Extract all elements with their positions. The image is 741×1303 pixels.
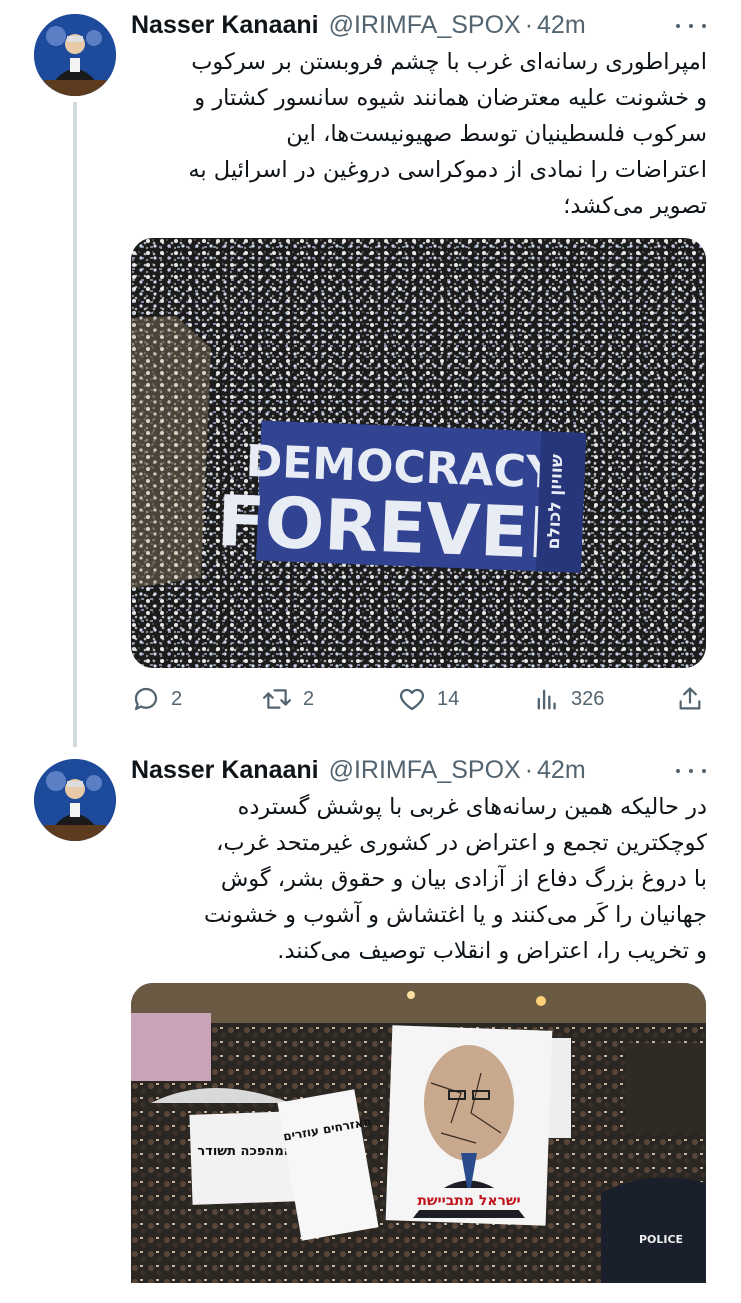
dot-separator: · [524,10,534,39]
share-icon [679,687,701,710]
thread-line [73,102,77,747]
tweet-2[interactable]: Nasser Kanaani @IRIMFA_SPOX · 42m در حال… [0,745,741,1283]
tweet-header: Nasser Kanaani @IRIMFA_SPOX · 42m [131,753,586,787]
views-icon [537,689,556,710]
tweet-image[interactable]: המהפכה תשודר האזרחים עוזרים ישראל מתבייש… [131,983,706,1303]
tweet-text-line: با دروغ بزرگ دفاع از آزادی بیان و حقوق ب… [220,866,707,892]
banner-text: FOREVER [216,480,584,576]
author-avatar[interactable] [34,14,116,96]
retweet-count: 2 [303,687,315,710]
retweet-icon [262,689,292,709]
tweet-time[interactable]: 42m [537,756,586,785]
views-count: 326 [571,687,605,710]
more-options-icon[interactable] [676,16,706,36]
share-button[interactable] [676,683,704,715]
banner-hebrew-text: שוויון לכולם [544,454,568,550]
tweet-image[interactable]: DEMOCRACY FOREVER שוויון לכולם [131,238,706,668]
author-handle[interactable]: @IRIMFA_SPOX [329,756,521,785]
tweet-text-line: سرکوب فلسطینیان توسط صهیونیست‌ها، این [286,121,707,147]
tweet-text-line: و تخریب را، اعتراض و انقلاب توصیف می‌کنن… [277,938,707,964]
protest-sign-icon [131,1013,211,1081]
author-avatar[interactable] [34,759,116,841]
tweet-text: امپراطوری رسانه‌ای غرب با چشم فروبستن بر… [131,44,707,224]
tweet-1[interactable]: Nasser Kanaani @IRIMFA_SPOX · 42m امپراط… [0,0,741,747]
tweet-text-line: امپراطوری رسانه‌ای غرب با چشم فروبستن بر… [191,49,707,75]
protest-crowd-photo-icon: DEMOCRACY FOREVER שוויון לכולם [131,238,706,668]
dot-separator: · [524,755,534,784]
tweet-text-line: در حالیکه همین رسانه‌های غربی با پوشش گس… [237,794,707,820]
reply-count: 2 [171,687,183,710]
tweet-header: Nasser Kanaani @IRIMFA_SPOX · 42m [131,8,586,42]
heart-icon [399,688,425,711]
sign-text: המהפכה תשודר [197,1144,292,1159]
reply-icon [134,687,158,711]
tweet-text-line: و خشونت علیه معترضان همانند شیوه سانسور … [194,85,707,111]
author-handle[interactable]: @IRIMFA_SPOX [329,11,521,40]
author-name[interactable]: Nasser Kanaani [131,756,319,785]
like-count: 14 [437,687,460,710]
reply-button[interactable]: 2 [131,683,182,715]
more-options-icon[interactable] [676,761,706,781]
tweet-text: در حالیکه همین رسانه‌های غربی با پوشش گس… [131,789,707,969]
tweet-time[interactable]: 42m [537,11,586,40]
like-button[interactable]: 14 [397,683,459,715]
tweet-actions: 2 2 14 326 [131,683,706,715]
tweet-text-line: تصویر می‌کشد؛ [563,193,707,219]
author-name[interactable]: Nasser Kanaani [131,11,319,40]
tweet-text-line: کوچکترین تجمع و اعتراض در کشوری غیرمتحد … [216,830,707,856]
protest-signs-photo-icon: המהפכה תשודר האזרחים עוזרים ישראל מתבייש… [131,983,706,1283]
tweet-text-line: اعتراضات را نمادی از دموکراسی دروغین در … [188,157,707,183]
retweet-button[interactable]: 2 [261,683,314,715]
tweet-text-line: جهانیان را کَر می‌کنند و یا اغتشاش و آشو… [203,902,707,928]
police-text: POLICE [639,1233,683,1246]
poster-caption: ישראל מתביישת [417,1193,520,1209]
views-button[interactable]: 326 [533,683,604,715]
